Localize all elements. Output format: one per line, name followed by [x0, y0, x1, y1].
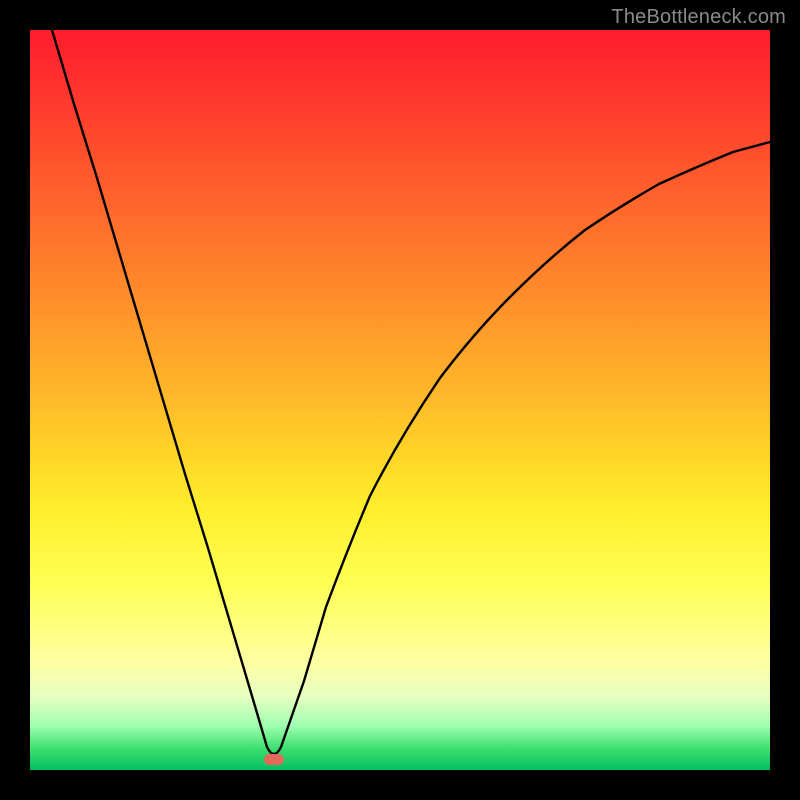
bottleneck-curve-path — [52, 30, 770, 754]
watermark-text: TheBottleneck.com — [611, 6, 786, 29]
chart-frame: TheBottleneck.com — [0, 0, 800, 800]
bottleneck-curve-svg — [30, 30, 770, 770]
minimum-marker — [264, 754, 284, 765]
